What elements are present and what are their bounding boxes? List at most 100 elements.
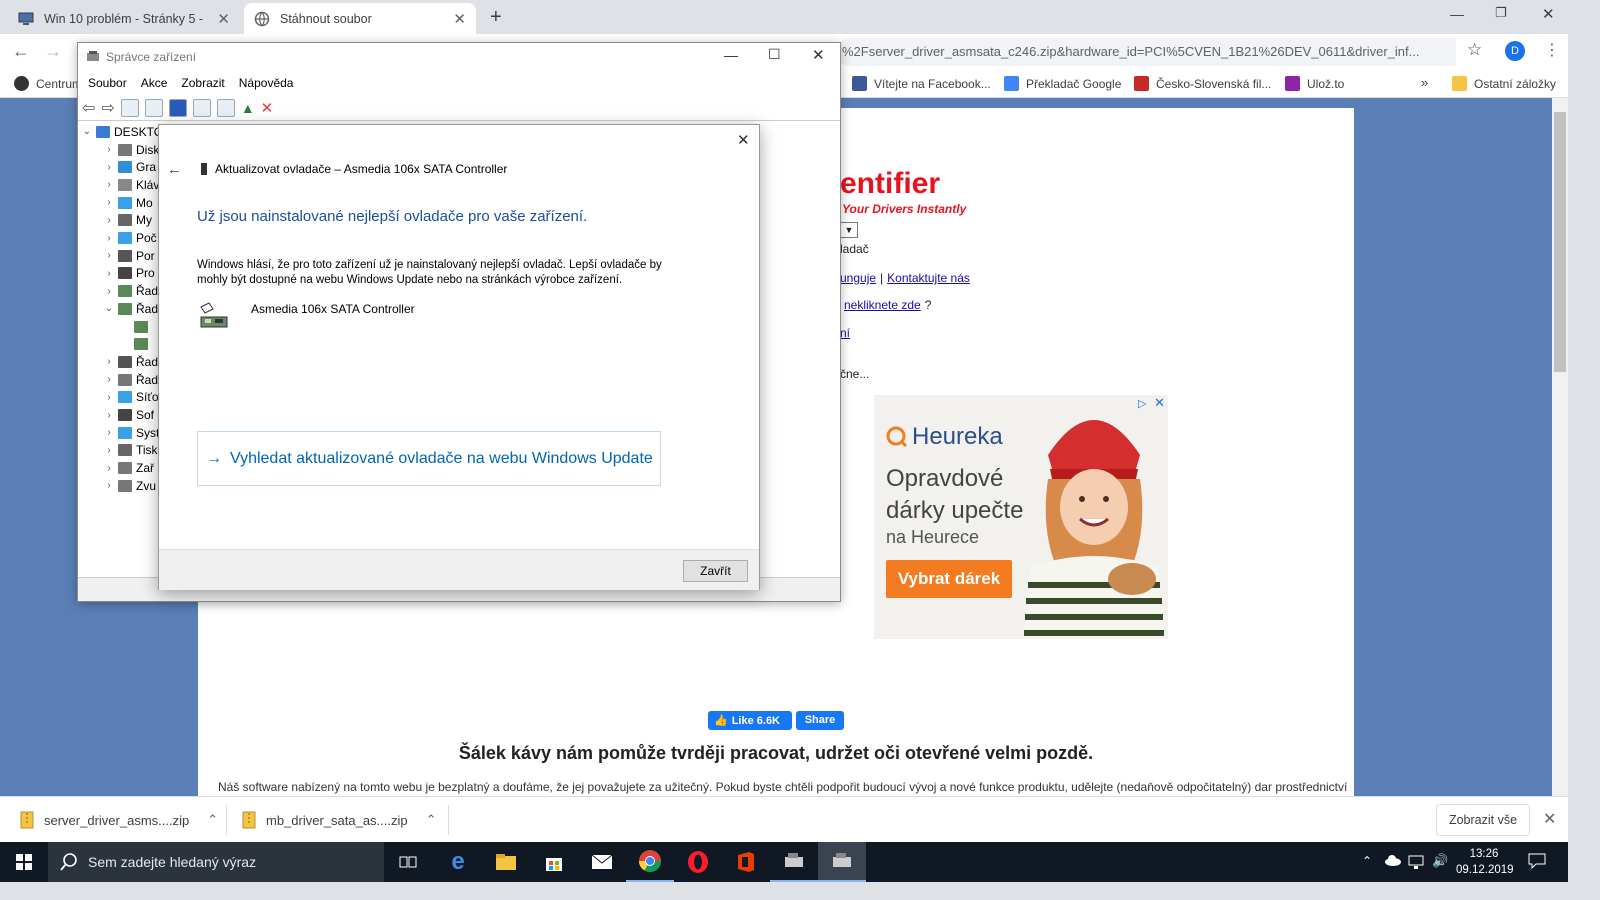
chevron-right-icon[interactable]: ›	[102, 197, 116, 208]
menu-napoveda[interactable]: Nápověda	[239, 72, 294, 94]
dialog-close-icon[interactable]: ✕	[737, 131, 750, 149]
chevron-right-icon[interactable]: ›	[102, 215, 116, 226]
chevron-down-icon[interactable]: ⌄	[102, 303, 116, 314]
menu-akce[interactable]: Akce	[141, 72, 168, 94]
action-center-icon[interactable]	[1528, 853, 1546, 869]
start-button[interactable]	[0, 842, 48, 882]
tree-category-item[interactable]: › My	[102, 212, 152, 229]
chevron-right-icon[interactable]: ›	[102, 179, 116, 190]
chrome-icon[interactable]	[626, 842, 674, 882]
restore-button[interactable]: ❐	[1495, 5, 1507, 21]
chevron-right-icon[interactable]: ›	[102, 250, 116, 261]
windows-update-link[interactable]: → Vyhledat aktualizované ovladače na web…	[197, 431, 661, 486]
tree-category-item[interactable]: › Gra	[102, 159, 156, 176]
devmgr-close[interactable]: ✕	[812, 46, 825, 64]
bookmark-other[interactable]: Ostatní záložky	[1452, 76, 1556, 91]
show-all-button[interactable]: Zobrazit vše	[1436, 804, 1530, 836]
uninstall-icon[interactable]: ✕	[261, 99, 274, 117]
update-driver-icon[interactable]: ▲	[241, 100, 255, 116]
forward-arrow-icon[interactable]: ⇨	[101, 98, 114, 118]
download-item-1[interactable]: server_driver_asms....zip ⌃	[20, 797, 218, 843]
chevron-right-icon[interactable]: ›	[102, 233, 116, 244]
monitor-icon[interactable]	[216, 98, 235, 117]
close-button[interactable]: Zavřít	[683, 560, 748, 582]
chevron-right-icon[interactable]: ›	[102, 410, 116, 421]
adchoices-icon[interactable]: ▷	[1138, 397, 1146, 410]
device-manager-task-icon[interactable]	[770, 842, 818, 882]
properties-icon[interactable]	[144, 98, 163, 117]
chevron-up-icon[interactable]: ⌃	[207, 812, 218, 828]
volume-icon[interactable]: 🔊	[1432, 853, 1448, 869]
fb-share-button[interactable]: Share	[796, 711, 844, 730]
tree-category-item[interactable]: › Zvu	[102, 477, 156, 494]
tree-category-item[interactable]: › Sof	[102, 407, 154, 424]
devmgr-maximize[interactable]: ☐	[768, 46, 781, 63]
device-manager-task-icon-active[interactable]	[818, 842, 866, 882]
forward-button[interactable]: →	[44, 41, 62, 62]
close-icon[interactable]: ✕	[453, 10, 466, 28]
bookmarks-more-button[interactable]: »	[1421, 75, 1428, 90]
bookmark-facebook[interactable]: Vítejte na Facebook...	[852, 76, 991, 91]
back-button[interactable]: ←	[12, 41, 30, 62]
profile-avatar[interactable]: D	[1505, 41, 1525, 61]
view-icon[interactable]	[120, 98, 139, 117]
close-icon[interactable]: ✕	[217, 10, 230, 28]
clock[interactable]: 13:26 09.12.2019	[1456, 846, 1514, 878]
tree-category-item[interactable]: › Mo	[102, 194, 152, 211]
link-funguje[interactable]: unguje	[840, 271, 876, 285]
network-icon[interactable]	[1408, 854, 1426, 870]
edge-icon[interactable]: e	[434, 842, 482, 882]
tab-stahnout-soubor[interactable]: Stáhnout soubor ✕	[244, 3, 476, 34]
bookmark-centrum[interactable]: Centrum	[14, 76, 82, 91]
chevron-right-icon[interactable]: ›	[102, 392, 116, 403]
download-bar-close[interactable]: ✕	[1543, 809, 1556, 829]
tree-category-item[interactable]: › Poč	[102, 230, 156, 247]
chevron-right-icon[interactable]: ›	[102, 463, 116, 474]
opera-icon[interactable]	[674, 842, 722, 882]
tree-category-item[interactable]: › Syst	[102, 424, 159, 441]
list-icon[interactable]	[192, 98, 211, 117]
chevron-right-icon[interactable]: ›	[102, 162, 116, 173]
link-kontakt[interactable]: Kontaktujte nás	[887, 271, 970, 285]
chevron-right-icon[interactable]: ›	[102, 356, 116, 367]
download-item-2[interactable]: mb_driver_sata_as....zip ⌃	[242, 797, 437, 843]
window-close-button[interactable]: ✕	[1542, 5, 1555, 23]
link-click-here[interactable]: nekliknete zde	[844, 298, 921, 312]
tree-category-item[interactable]: › Kláv	[102, 176, 159, 193]
link-ni[interactable]: ní	[840, 326, 850, 340]
devmgr-minimize[interactable]: —	[724, 47, 738, 63]
new-tab-button[interactable]: +	[490, 6, 502, 29]
tree-category-item[interactable]: › Disk	[102, 141, 159, 158]
chevron-up-icon[interactable]: ⌃	[426, 812, 437, 828]
tab-win10-problem[interactable]: Win 10 problém - Stránky 5 - PC ✕	[8, 3, 240, 34]
scrollbar-thumb[interactable]	[1554, 112, 1566, 372]
chevron-right-icon[interactable]: ›	[102, 374, 116, 385]
store-icon[interactable]	[530, 842, 578, 882]
help-icon[interactable]	[168, 98, 187, 117]
chevron-right-icon[interactable]: ›	[102, 144, 116, 155]
tree-category-item[interactable]: › Síťo	[102, 389, 158, 406]
fb-like-button[interactable]: 👍 Like 6.6K	[708, 711, 792, 730]
chevron-right-icon[interactable]: ›	[102, 427, 116, 438]
tree-category-item[interactable]: › Pro	[102, 265, 154, 282]
onedrive-icon[interactable]	[1384, 854, 1402, 866]
file-explorer-icon[interactable]	[482, 842, 530, 882]
chevron-right-icon[interactable]: ›	[102, 480, 116, 491]
ad-cta-button[interactable]: Vybrat dárek	[886, 560, 1012, 598]
task-view-icon[interactable]	[384, 842, 432, 882]
star-icon[interactable]: ☆	[1467, 40, 1482, 60]
ad-close-icon[interactable]: ✕	[1154, 395, 1165, 411]
menu-kebab-icon[interactable]: ⋮	[1544, 40, 1560, 60]
chevron-right-icon[interactable]: ›	[102, 286, 116, 297]
dialog-back-button[interactable]: ←	[167, 161, 182, 178]
bookmark-google-translate[interactable]: Překladač Google	[1004, 76, 1121, 91]
tree-category-item[interactable]: › Tisk	[102, 442, 157, 459]
tree-category-item[interactable]: › Řad	[102, 283, 158, 300]
back-arrow-icon[interactable]: ⇦	[82, 98, 95, 118]
minimize-button[interactable]: —	[1450, 6, 1464, 22]
heureka-ad[interactable]: Heureka Opravdové dárky upečte na Heurec…	[874, 395, 1168, 639]
address-bar[interactable]: %2Fserver_driver_asmsata_c246.zip&hardwa…	[836, 38, 1456, 66]
mail-icon[interactable]	[578, 842, 626, 882]
menu-soubor[interactable]: Soubor	[88, 72, 127, 94]
tray-chevron-icon[interactable]: ⌃	[1362, 854, 1372, 868]
